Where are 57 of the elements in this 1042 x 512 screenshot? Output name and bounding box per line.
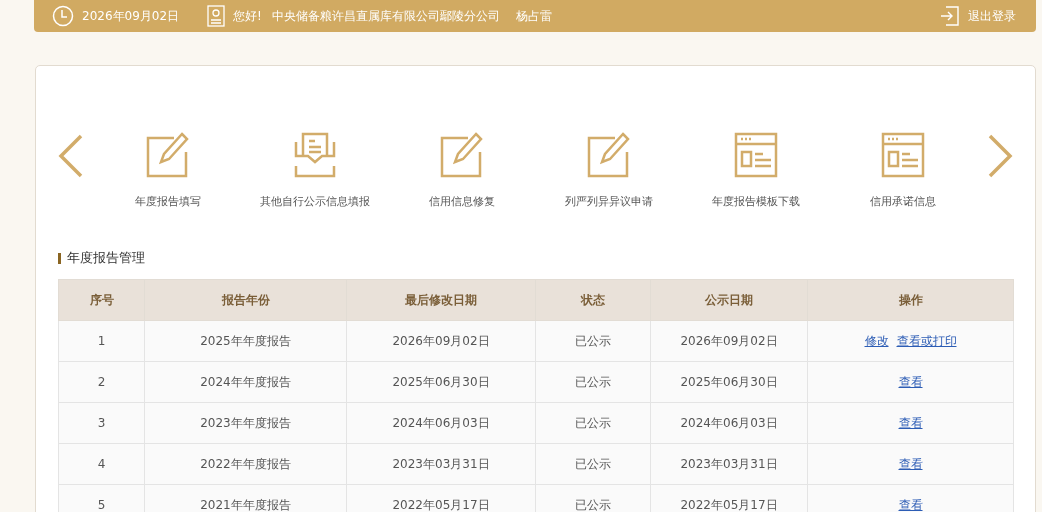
inbox-document-icon[interactable] <box>292 132 337 178</box>
column-header: 序号 <box>58 279 145 321</box>
table-cell: 2023年03月31日 <box>650 443 808 485</box>
edit-note-icon[interactable] <box>145 132 190 178</box>
table-cell: 3 <box>58 402 145 444</box>
column-header: 最后修改日期 <box>346 279 536 321</box>
user-name: 杨占雷 <box>515 7 552 25</box>
shortcut-link[interactable]: 信用承诺信息 <box>870 194 937 209</box>
date-text: 2026年09月02日 <box>82 7 180 25</box>
shortcut-link[interactable]: 年度报告模板下载 <box>712 194 801 209</box>
shortcut-link[interactable]: 年度报告填写 <box>134 194 201 209</box>
browser-window-icon[interactable] <box>734 132 779 178</box>
company-name: 中央储备粮许昌直属库有限公司鄢陵分公司 <box>271 7 500 25</box>
table-cell: 2024年年度报告 <box>144 361 347 403</box>
greeting-text: 您好! <box>233 7 262 25</box>
table-cell: 4 <box>58 443 145 485</box>
table-cell: 2022年05月17日 <box>650 484 808 512</box>
table-cell: 已公示 <box>535 443 651 485</box>
action-link[interactable]: 查看 <box>898 415 923 430</box>
column-header: 报告年份 <box>144 279 347 321</box>
column-header: 状态 <box>535 279 651 321</box>
shortcut-link[interactable]: 信用信息修复 <box>428 194 495 209</box>
table-cell: 已公示 <box>535 484 651 512</box>
table-cell: 2024年06月03日 <box>650 402 808 444</box>
id-card-icon <box>207 5 226 27</box>
edit-note-icon[interactable] <box>439 132 484 178</box>
action-link[interactable]: 查看 <box>898 497 923 512</box>
table-cell: 2022年05月17日 <box>346 484 536 512</box>
edit-note-icon[interactable] <box>587 132 632 178</box>
action-link[interactable]: 修改 <box>864 333 889 348</box>
table-cell: 2025年06月30日 <box>650 361 808 403</box>
browser-window-icon[interactable] <box>881 132 926 178</box>
logout-icon[interactable] <box>940 6 960 26</box>
table-cell: 2026年09月02日 <box>346 320 536 362</box>
clock-icon <box>52 5 74 27</box>
table-cell: 2024年06月03日 <box>346 402 536 444</box>
action-link[interactable]: 查看 <box>898 374 923 389</box>
shortcut-link[interactable]: 其他自行公示信息填报 <box>259 194 370 209</box>
table-cell: 2 <box>58 361 145 403</box>
table-cell: 已公示 <box>535 361 651 403</box>
section-title: 年度报告管理 <box>67 249 145 267</box>
column-header: 公示日期 <box>650 279 808 321</box>
table-cell: 2025年年度报告 <box>144 320 347 362</box>
shortcut-link[interactable]: 列严列异异议申请 <box>565 194 654 209</box>
table-cell: 2022年年度报告 <box>144 443 347 485</box>
table-cell: 5 <box>58 484 145 512</box>
table-cell: 2023年年度报告 <box>144 402 347 444</box>
action-link[interactable]: 查看或打印 <box>896 333 957 348</box>
table-cell: 2025年06月30日 <box>346 361 536 403</box>
table-cell: 已公示 <box>535 320 651 362</box>
action-link[interactable]: 查看 <box>898 456 923 471</box>
table-cell: 已公示 <box>535 402 651 444</box>
table-cell: 2021年年度报告 <box>144 484 347 512</box>
column-header: 操作 <box>807 279 1014 321</box>
table-cell: 2026年09月02日 <box>650 320 808 362</box>
table-cell: 1 <box>58 320 145 362</box>
table-cell: 2023年03月31日 <box>346 443 536 485</box>
